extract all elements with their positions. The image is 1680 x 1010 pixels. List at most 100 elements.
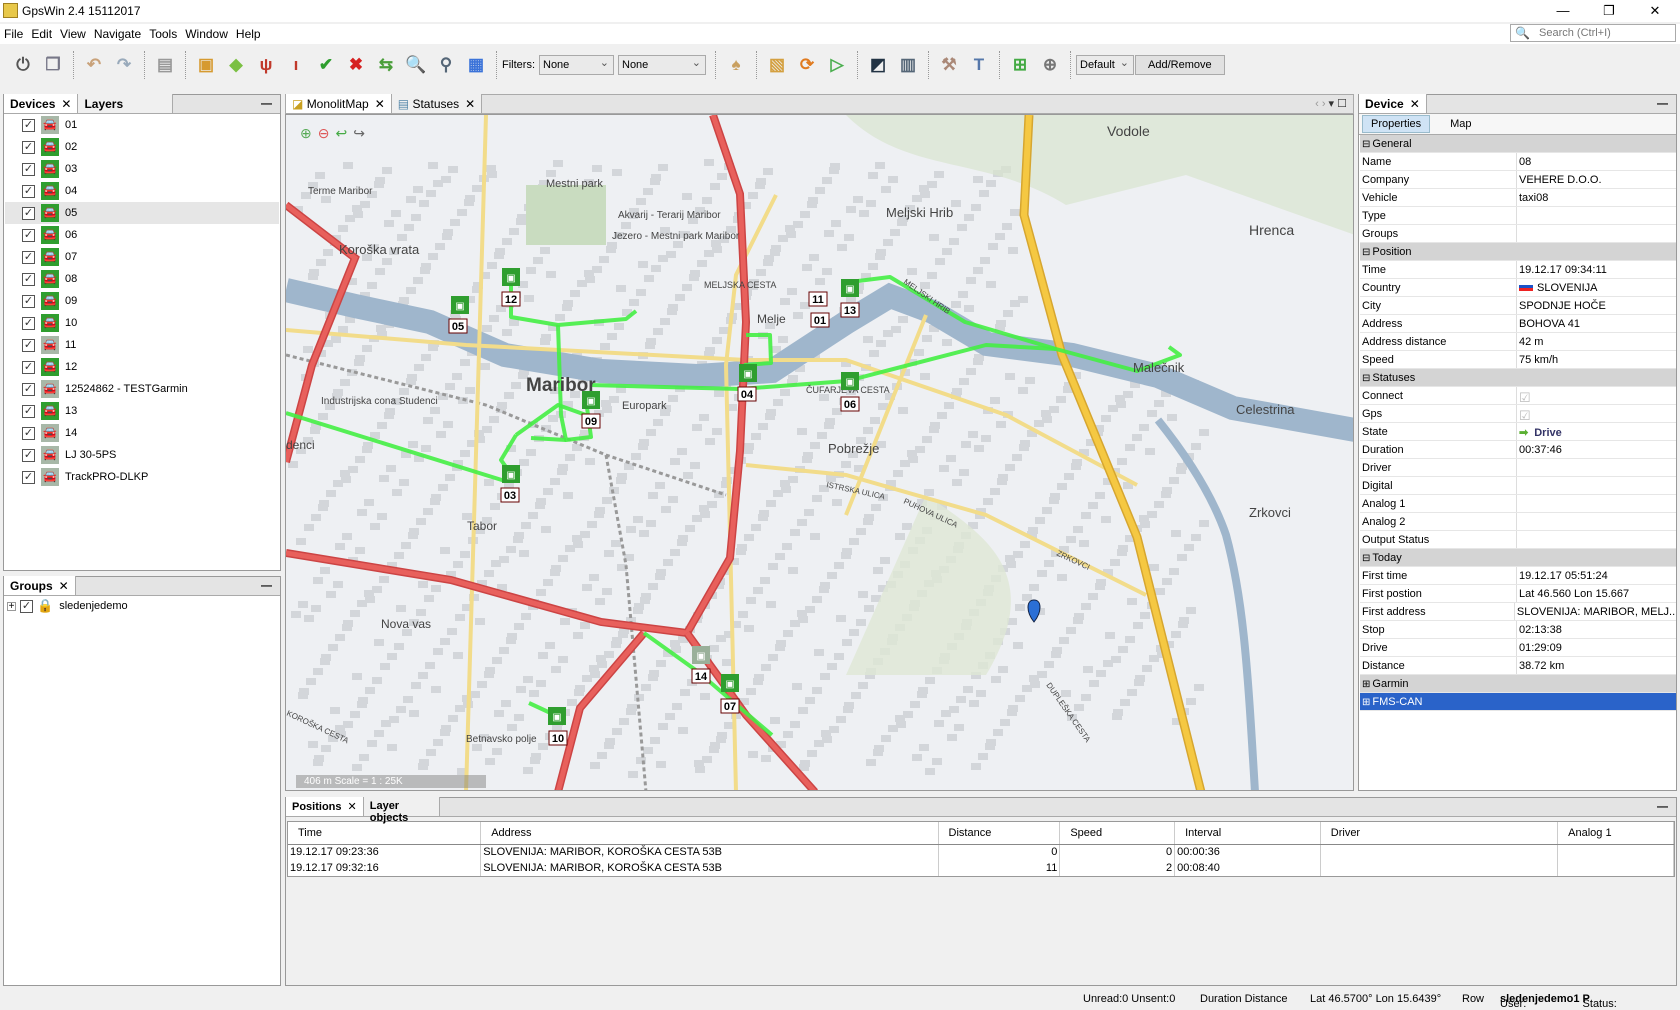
menu-window[interactable]: Window — [181, 24, 232, 41]
device-checkbox[interactable]: ✓ — [22, 294, 35, 308]
device-item[interactable]: ✓ 🚘 10 — [5, 312, 279, 334]
tab-devices[interactable]: Devices ✕ — [4, 94, 79, 113]
device-item[interactable]: ✓ 🚘 05 — [5, 202, 279, 224]
minimize-button[interactable]: — — [1540, 0, 1586, 22]
delete-icon[interactable]: ✖ — [343, 52, 369, 78]
menu-help[interactable]: Help — [232, 24, 265, 41]
close-icon[interactable]: ✕ — [59, 579, 69, 593]
device-checkbox[interactable]: ✓ — [22, 140, 35, 154]
find-icon[interactable]: ⚲ — [433, 52, 459, 78]
power-icon[interactable]: ⏻ — [10, 52, 36, 78]
device-item[interactable]: ✓ 🚘 02 — [5, 136, 279, 158]
close-icon[interactable]: ✕ — [348, 801, 357, 813]
group-checkbox[interactable]: ✓ — [20, 599, 33, 613]
check-icon[interactable]: ✔ — [313, 52, 339, 78]
add-layer-icon[interactable]: ⊞ — [1007, 52, 1033, 78]
tab-layers[interactable]: Layers — [78, 94, 174, 113]
column-header-analog-1[interactable]: Analog 1 — [1557, 822, 1674, 845]
device-checkbox[interactable]: ✓ — [22, 426, 35, 440]
marker-icon[interactable]: ı — [283, 52, 309, 78]
collapse-icon[interactable]: ⊟ — [1362, 553, 1370, 564]
expand-icon[interactable]: ⊞ — [1362, 679, 1370, 690]
zoom-in-icon[interactable]: ⊕ — [300, 125, 312, 142]
forward-icon[interactable]: ↪ — [353, 125, 365, 142]
zoom-out-icon[interactable]: ⊖ — [318, 125, 330, 142]
minimize-panel-button[interactable]: — — [253, 580, 280, 595]
column-header-interval[interactable]: Interval — [1174, 822, 1321, 845]
minimize-panel-button[interactable]: — — [253, 98, 280, 113]
close-icon[interactable]: ✕ — [1410, 97, 1420, 111]
menu-navigate[interactable]: Navigate — [90, 24, 145, 41]
redo-icon[interactable]: ↷ — [111, 52, 137, 78]
device-item[interactable]: ✓ 🚘 11 — [5, 334, 279, 356]
subtab-properties[interactable]: Properties — [1362, 115, 1431, 133]
device-checkbox[interactable]: ✓ — [22, 184, 35, 198]
collapse-icon[interactable]: ⊟ — [1362, 247, 1370, 258]
device-checkbox[interactable]: ✓ — [22, 162, 35, 176]
google-icon[interactable]: ▦ — [463, 52, 489, 78]
device-item[interactable]: ✓ 🚘 14 — [5, 422, 279, 444]
collapse-icon[interactable]: ⊟ — [1362, 139, 1370, 150]
close-icon[interactable]: ✕ — [61, 97, 71, 111]
device-checkbox[interactable]: ✓ — [22, 338, 35, 352]
new-document-icon[interactable]: ▧ — [764, 52, 790, 78]
restore-button[interactable]: ❐ — [1586, 0, 1632, 22]
minimize-panel-button[interactable]: — — [1649, 801, 1676, 816]
device-checkbox[interactable]: ✓ — [22, 470, 35, 484]
section-statuses[interactable]: ⊟ Statuses — [1360, 369, 1676, 387]
section-today[interactable]: ⊟ Today — [1360, 549, 1676, 567]
section-position[interactable]: ⊟ Position — [1360, 243, 1676, 261]
column-header-distance[interactable]: Distance — [938, 822, 1061, 845]
section-general[interactable]: ⊟ General — [1360, 135, 1676, 153]
back-icon[interactable]: ↩ — [335, 125, 347, 142]
table-row[interactable]: 19.12.17 09:23:36 SLOVENIJA: MARIBOR, KOR… — [288, 844, 1674, 860]
add-device-icon[interactable]: ⊕ — [1037, 52, 1063, 78]
device-item[interactable]: ✓ 🚘 TrackPRO-DLKP — [5, 466, 279, 488]
device-checkbox[interactable]: ✓ — [22, 360, 35, 374]
undo-icon[interactable]: ↶ — [81, 52, 107, 78]
truck-icon[interactable]: ▤ — [152, 52, 178, 78]
device-item[interactable]: ✓ 🚘 07 — [5, 246, 279, 268]
device-checkbox[interactable]: ✓ — [22, 448, 35, 462]
collapse-icon[interactable]: ⊟ — [1362, 373, 1370, 384]
subtab-map[interactable]: Map — [1430, 116, 1491, 132]
close-icon[interactable]: ✕ — [465, 97, 475, 111]
play-icon[interactable]: ▷ — [824, 52, 850, 78]
tab-monolitmap[interactable]: ◪ MonolitMap ✕ — [286, 94, 392, 113]
layout-select[interactable]: Default — [1076, 55, 1134, 75]
device-item[interactable]: ✓ 🚘 06 — [5, 224, 279, 246]
device-checkbox[interactable]: ✓ — [22, 272, 35, 286]
device-item[interactable]: ✓ 🚘 08 — [5, 268, 279, 290]
search-input[interactable]: 🔍 Search (Ctrl+I) — [1510, 24, 1676, 42]
refresh-icon[interactable]: ⟳ — [794, 52, 820, 78]
device-item[interactable]: ✓ 🚘 13 — [5, 400, 279, 422]
device-checkbox[interactable]: ✓ — [22, 250, 35, 264]
windows-icon[interactable]: ❐ — [40, 52, 66, 78]
device-checkbox[interactable]: ✓ — [22, 206, 35, 220]
device-item[interactable]: ✓ 🚘 LJ 30-5PS — [5, 444, 279, 466]
add-remove-button[interactable]: Add/Remove — [1135, 55, 1225, 75]
minimize-panel-button[interactable]: — — [1649, 98, 1676, 113]
hammer-icon[interactable]: T — [966, 52, 992, 78]
column-header-speed[interactable]: Speed — [1059, 822, 1176, 845]
device-checkbox[interactable]: ✓ — [22, 382, 35, 396]
menu-edit[interactable]: Edit — [27, 24, 56, 41]
menu-view[interactable]: View — [56, 24, 90, 41]
filter-select-2[interactable]: None — [618, 55, 706, 75]
device-item[interactable]: ✓ 🚘 03 — [5, 158, 279, 180]
device-checkbox[interactable]: ✓ — [22, 316, 35, 330]
zoom-area-icon[interactable]: 🔍 — [403, 52, 429, 78]
tab-positions[interactable]: Positions ✕ — [286, 797, 364, 816]
column-header-time[interactable]: Time — [288, 822, 482, 845]
broom-icon[interactable]: ♠ — [723, 52, 749, 78]
tab-statuses[interactable]: ▤ Statuses ✕ — [391, 94, 483, 113]
menu-file[interactable]: File — [0, 24, 27, 41]
device-item[interactable]: ✓ 🚘 12 — [5, 356, 279, 378]
section-garmin[interactable]: ⊞ Garmin — [1360, 675, 1676, 693]
device-item[interactable]: ✓ 🚘 04 — [5, 180, 279, 202]
device-item[interactable]: ✓ 🚘 01 — [5, 114, 279, 136]
tools-icon[interactable]: ⚒ — [936, 52, 962, 78]
map-canvas[interactable]: Vodole Meljski Hrib Hrenca Terme Maribor Kor… — [286, 115, 1354, 791]
expand-icon[interactable]: ⊞ — [1362, 697, 1370, 708]
table-row[interactable]: 19.12.17 09:32:16 SLOVENIJA: MARIBOR, KOR… — [288, 860, 1674, 876]
